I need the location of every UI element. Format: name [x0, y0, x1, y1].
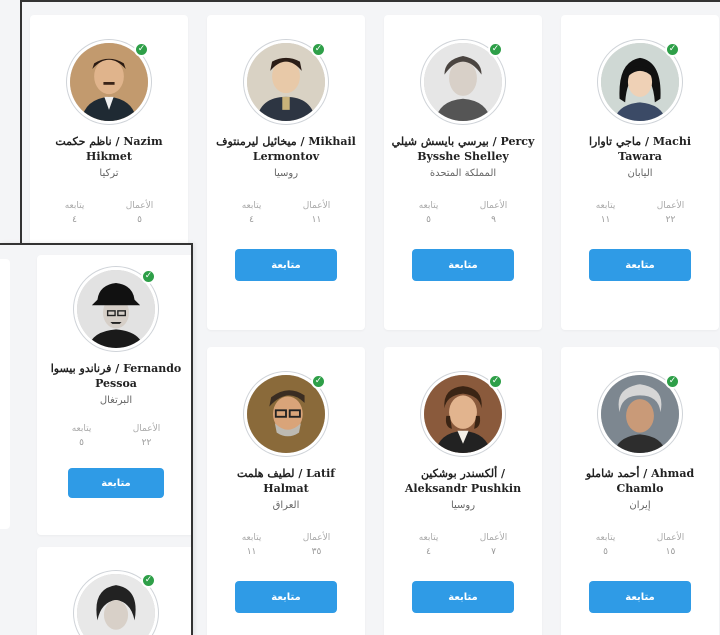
poet-country: إيران [629, 500, 651, 511]
poet-country: تركيا [99, 168, 119, 179]
poet-card-mikhail-lermontov[interactable]: ✓ ميخائيل ليرمنتوف / Mikhail Lermontov ر… [207, 15, 365, 330]
left-card-partial [0, 259, 10, 529]
poet-card-machi-tawara[interactable]: ✓ ماجي تاوارا / Machi Tawara اليابان يتا… [561, 15, 719, 330]
poet-stats: يتابعه ٥ الأعمال ٢٢ [51, 424, 181, 448]
works-count: ٩ [491, 215, 496, 225]
works-count: ٥ [137, 215, 142, 225]
follow-button[interactable]: متابعة [412, 249, 514, 281]
followers-label: يتابعه [595, 201, 616, 211]
poet-stats: يتابعه ١١ الأعمال ٢٢ [575, 201, 705, 225]
poet-stats: يتابعه ٤ الأعمال ٧ [398, 533, 528, 557]
followers-label: يتابعه [71, 424, 92, 434]
poet-card-percy-shelley[interactable]: ✓ بيرسي بايسش شيلي / Percy Bysshe Shelle… [384, 15, 542, 330]
poet-name[interactable]: بيرسي بايسش شيلي / Percy Bysshe Shelley [390, 134, 536, 164]
follow-button[interactable]: متابعة [589, 249, 691, 281]
verified-check-icon: ✓ [311, 42, 326, 57]
poet-card-partial[interactable]: ✓ [37, 547, 191, 635]
verified-check-icon: ✓ [141, 573, 156, 588]
verified-check-icon: ✓ [665, 42, 680, 57]
works-count: ٢٢ [141, 438, 152, 448]
poet-name[interactable]: لطيف هلمت / Latif Halmat [213, 466, 359, 496]
works-label: الأعمال [302, 533, 331, 543]
works-count: ٧ [491, 547, 496, 557]
followers-count: ٥ [79, 438, 84, 448]
verified-check-icon: ✓ [311, 374, 326, 389]
poet-name[interactable]: ميخائيل ليرمنتوف / Mikhail Lermontov [213, 134, 359, 164]
poet-card-fernando-pessoa[interactable]: ✓ فرناندو بيسوا / Fernando Pessoa البرتغ… [37, 255, 191, 535]
followers-count: ٤ [426, 547, 431, 557]
works-label: الأعمال [656, 201, 685, 211]
poet-country: روسيا [450, 500, 476, 511]
followers-label: يتابعه [418, 533, 439, 543]
followers-label: يتابعه [241, 533, 262, 543]
verified-check-icon: ✓ [488, 42, 503, 57]
followers-label: يتابعه [64, 201, 85, 211]
poet-stats: يتابعه ١١ الأعمال ٣٥ [221, 533, 351, 557]
works-count: ٣٥ [311, 547, 322, 557]
poet-country: المملكة المتحدة [429, 168, 497, 179]
verified-check-icon: ✓ [134, 42, 149, 57]
follow-button[interactable]: متابعة [235, 249, 337, 281]
followers-count: ٤ [72, 215, 77, 225]
works-label: الأعمال [125, 201, 154, 211]
followers-count: ٥ [603, 547, 608, 557]
poet-name[interactable]: ناظم حكمت / Nazim Hikmet [36, 134, 182, 164]
follow-button[interactable]: متابعة [589, 581, 691, 613]
follow-button[interactable]: متابعة [235, 581, 337, 613]
verified-check-icon: ✓ [488, 374, 503, 389]
followers-count: ٤ [249, 215, 254, 225]
works-label: الأعمال [479, 533, 508, 543]
poet-stats: يتابعه ٥ الأعمال ٩ [398, 201, 528, 225]
verified-check-icon: ✓ [665, 374, 680, 389]
works-count: ١١ [311, 215, 322, 225]
poet-name[interactable]: ماجي تاوارا / Machi Tawara [567, 134, 713, 164]
overlapping-window: ✓ فرناندو بيسوا / Fernando Pessoa البرتغ… [0, 243, 193, 635]
works-count: ١٥ [665, 547, 676, 557]
followers-count: ١١ [246, 547, 257, 557]
followers-count: ٥ [426, 215, 431, 225]
poet-country: روسيا [273, 168, 299, 179]
verified-check-icon: ✓ [141, 269, 156, 284]
followers-count: ١١ [600, 215, 611, 225]
works-label: الأعمال [132, 424, 161, 434]
works-label: الأعمال [479, 201, 508, 211]
poet-card-ahmad-chamlo[interactable]: ✓ أحمد شاملو / Ahmad Chamlo إيران يتابعه… [561, 347, 719, 635]
poet-country: العراق [272, 500, 300, 511]
poet-stats: يتابعه ٤ الأعمال ٥ [44, 201, 174, 225]
poet-name[interactable]: أحمد شاملو / Ahmad Chamlo [567, 466, 713, 496]
works-count: ٢٢ [665, 215, 676, 225]
follow-button[interactable]: متابعة [412, 581, 514, 613]
poet-name[interactable]: فرناندو بيسوا / Fernando Pessoa [43, 361, 189, 391]
followers-label: يتابعه [418, 201, 439, 211]
poet-name[interactable]: ألكسندر بوشكين / Aleksandr Pushkin [390, 466, 536, 496]
poet-stats: يتابعه ٥ الأعمال ١٥ [575, 533, 705, 557]
poet-card-latif-halmat[interactable]: ✓ لطيف هلمت / Latif Halmat العراق يتابعه… [207, 347, 365, 635]
works-label: الأعمال [302, 201, 331, 211]
followers-label: يتابعه [595, 533, 616, 543]
poet-country: البرتغال [99, 395, 133, 406]
poet-stats: يتابعه ٤ الأعمال ١١ [221, 201, 351, 225]
poet-country: اليابان [627, 168, 653, 179]
works-label: الأعمال [656, 533, 685, 543]
followers-label: يتابعه [241, 201, 262, 211]
follow-button[interactable]: متابعة [68, 468, 164, 498]
poet-card-aleksandr-pushkin[interactable]: ✓ ألكسندر بوشكين / Aleksandr Pushkin روس… [384, 347, 542, 635]
